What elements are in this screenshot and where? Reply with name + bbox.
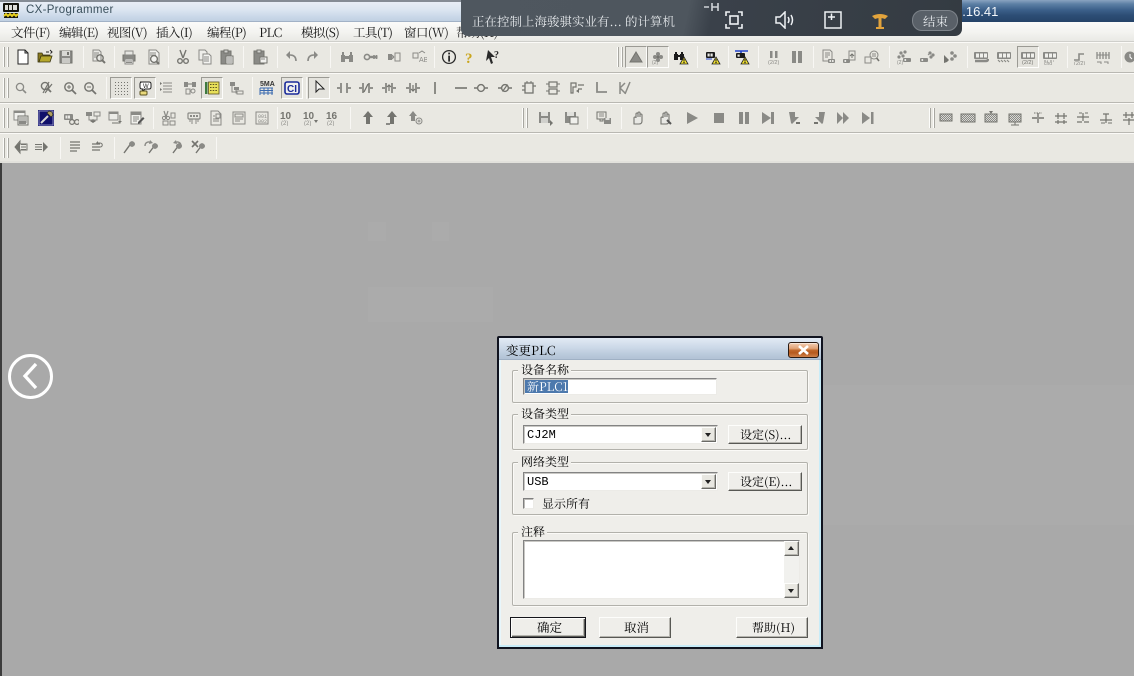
svg-text:W: W: [143, 84, 149, 90]
svg-text:?: ?: [465, 51, 473, 65]
svg-text:CI: CI: [287, 84, 297, 95]
svg-text:(2/2): (2/2): [768, 60, 779, 65]
svg-text:(2): (2): [652, 60, 658, 65]
svg-text:(2/2): (2/2): [1022, 60, 1033, 65]
svg-text:chg: chg: [1044, 61, 1052, 65]
svg-text:?: ?: [494, 50, 499, 61]
svg-text:002: 002: [258, 119, 267, 125]
svg-text:5MA: 5MA: [260, 81, 275, 88]
svg-text:(2): (2): [304, 121, 311, 126]
svg-text:(2/2): (2/2): [1074, 61, 1085, 65]
svg-text:(2): (2): [281, 121, 288, 126]
svg-text:(2): (2): [327, 121, 334, 126]
svg-text:AB: AB: [419, 57, 427, 64]
svg-text:(2): (2): [897, 60, 903, 65]
